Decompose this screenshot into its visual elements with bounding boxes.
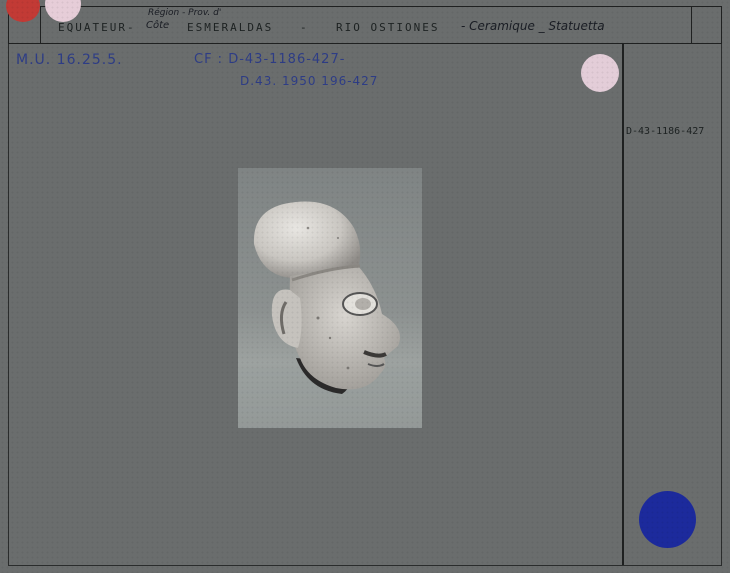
header-separator: - [300, 21, 309, 34]
header-cell-divider [721, 6, 722, 44]
pink-dot [45, 0, 81, 22]
card-border-right [721, 44, 722, 566]
column-divider [622, 44, 624, 566]
cf-reference: CF : D-43-1186-427- [194, 52, 346, 67]
card-border-bottom [8, 565, 722, 566]
pink-dot [581, 54, 619, 92]
object-photograph [238, 168, 422, 428]
ceramic-head-figurine-icon [238, 201, 422, 428]
cf-reference-2: D.43. 1950 196-427 [240, 74, 379, 88]
country-label: EQUATEUR- [58, 21, 136, 34]
blue-dot [639, 491, 696, 548]
province-label: ESMERALDAS [187, 21, 274, 34]
index-card: Région - Prov. d' Côte EQUATEUR- ESMERAL… [0, 0, 730, 573]
header-cell-divider [40, 6, 41, 44]
header-cell-divider [691, 6, 692, 44]
header-rule-bottom [8, 43, 722, 44]
region-note: Région - Prov. d' [148, 8, 222, 18]
region-note-2: Côte [146, 20, 170, 31]
header-rule-top [8, 6, 722, 7]
site-label: RIO OSTIONES [336, 21, 440, 34]
red-dot [6, 0, 40, 22]
object-type-label: - Ceramique _ Statuetta [461, 19, 605, 33]
inventory-number: M.U. 16.25.5. [16, 52, 123, 68]
card-border-left [8, 44, 9, 566]
side-reference: D-43-1186-427 [626, 126, 705, 137]
